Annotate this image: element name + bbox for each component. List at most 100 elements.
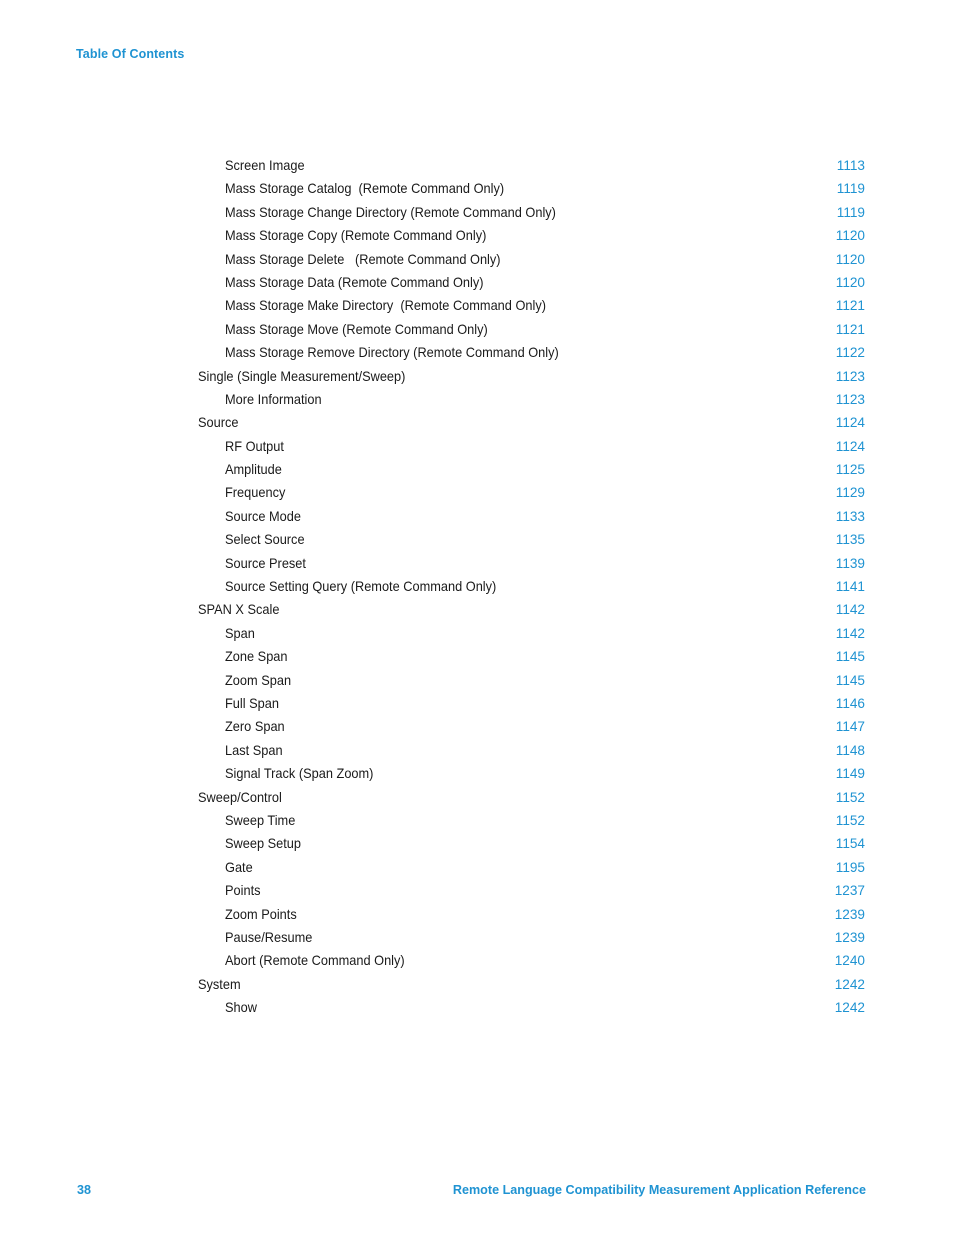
toc-entry-page-number: 1242 xyxy=(834,1000,865,1016)
toc-entry-title: Source xyxy=(198,415,239,431)
toc-entry-page-number: 1122 xyxy=(835,345,865,361)
toc-entry-title: Zero Span xyxy=(225,719,285,735)
toc-entry[interactable]: Sweep Time 1152 xyxy=(0,809,954,832)
toc-entry-page-number: 1121 xyxy=(835,321,865,337)
toc-entry-page-number: 1124 xyxy=(835,438,865,454)
toc-entry-title: Mass Storage Remove Directory (Remote Co… xyxy=(225,345,559,361)
toc-entry-page-number: 1154 xyxy=(835,836,865,852)
toc-entry-title: Gate xyxy=(225,859,253,875)
toc-entry-page-number: 1146 xyxy=(835,695,865,711)
toc-entry-page-number: 1145 xyxy=(835,649,865,665)
toc-entry-title: Full Span xyxy=(225,695,279,711)
toc-entry-page-number: 1240 xyxy=(834,953,865,969)
toc-entry[interactable]: Mass Storage Remove Directory (Remote Co… xyxy=(0,341,954,364)
toc-entry-title: Span xyxy=(225,625,255,641)
toc-entry[interactable]: Show 1242 xyxy=(0,996,954,1019)
toc-entry-title: Source Mode xyxy=(225,508,302,524)
toc-entry-title: System xyxy=(198,976,241,992)
toc-entry-title: Abort (Remote Command Only) xyxy=(225,953,405,969)
toc-entry-title: RF Output xyxy=(225,438,284,454)
toc-entry[interactable]: Mass Storage Make Directory (Remote Comm… xyxy=(0,294,954,317)
toc-entry[interactable]: System 1242 xyxy=(0,973,954,996)
toc-entry-page-number: 1120 xyxy=(835,251,865,267)
toc-entry[interactable]: Gate 1195 xyxy=(0,856,954,879)
toc-entry-title: Select Source xyxy=(225,532,305,548)
toc-entry-page-number: 1133 xyxy=(835,508,865,524)
toc-entry[interactable]: Signal Track (Span Zoom) 1149 xyxy=(0,762,954,785)
toc-entry-title: Show xyxy=(225,1000,257,1016)
toc-entry[interactable]: Screen Image 1113 xyxy=(0,154,954,177)
toc-entry[interactable]: Zero Span 1147 xyxy=(0,715,954,738)
toc-entry[interactable]: Sweep/Control 1152 xyxy=(0,786,954,809)
toc-entry[interactable]: Mass Storage Catalog (Remote Command Onl… xyxy=(0,177,954,200)
toc-entry-page-number: 1125 xyxy=(835,462,865,478)
toc-entry[interactable]: Mass Storage Delete (Remote Command Only… xyxy=(0,248,954,271)
toc-entry-title: Mass Storage Copy (Remote Command Only) xyxy=(225,228,487,244)
toc-entry-page-number: 1142 xyxy=(835,602,865,618)
toc-entry[interactable]: Mass Storage Copy (Remote Command Only) 1… xyxy=(0,224,954,247)
toc-entry-title: Last Span xyxy=(225,742,283,758)
toc-entry-title: Sweep Time xyxy=(225,812,296,828)
toc-entry-title: Mass Storage Make Directory (Remote Comm… xyxy=(225,298,546,314)
toc-entry-title: Mass Storage Change Directory (Remote Co… xyxy=(225,204,556,220)
toc-entry[interactable]: Last Span 1148 xyxy=(0,739,954,762)
toc-entry-page-number: 1149 xyxy=(835,766,865,782)
toc-entry[interactable]: Source Setting Query (Remote Command Onl… xyxy=(0,575,954,598)
toc-entry[interactable]: Amplitude 1125 xyxy=(0,458,954,481)
toc-entry-page-number: 1152 xyxy=(835,812,865,828)
toc-entry[interactable]: Mass Storage Move (Remote Command Only) 1… xyxy=(0,318,954,341)
toc-entry[interactable]: Points 1237 xyxy=(0,879,954,902)
toc-entry[interactable]: Single (Single Measurement/Sweep) 1123 xyxy=(0,365,954,388)
toc-entry[interactable]: Select Source 1135 xyxy=(0,528,954,551)
toc-entry-page-number: 1147 xyxy=(835,719,865,735)
toc-entry-page-number: 1119 xyxy=(836,204,865,220)
toc-entry-page-number: 1145 xyxy=(835,672,865,688)
toc-entry[interactable]: More Information 1123 xyxy=(0,388,954,411)
toc-entry[interactable]: Span 1142 xyxy=(0,622,954,645)
toc-entry-title: Signal Track (Span Zoom) xyxy=(225,766,374,782)
toc-entry-page-number: 1123 xyxy=(835,368,865,384)
toc-entry-title: Single (Single Measurement/Sweep) xyxy=(198,368,406,384)
toc-entry[interactable]: Pause/Resume 1239 xyxy=(0,926,954,949)
toc-entry-title: Source Setting Query (Remote Command Onl… xyxy=(225,579,497,595)
toc-entry-title: Frequency xyxy=(225,485,286,501)
document-page: Table Of Contents Screen Image 1113 Mass S… xyxy=(0,0,954,1235)
toc-entry-page-number: 1237 xyxy=(834,883,865,899)
toc-entry-page-number: 1120 xyxy=(835,228,865,244)
toc-entry-page-number: 1124 xyxy=(835,415,865,431)
toc-entry-page-number: 1120 xyxy=(835,274,865,290)
toc-entry[interactable]: Zone Span 1145 xyxy=(0,645,954,668)
toc-entry[interactable]: Source Preset 1139 xyxy=(0,552,954,575)
toc-entry-title: SPAN X Scale xyxy=(198,602,280,618)
toc-entry[interactable]: Zoom Points 1239 xyxy=(0,903,954,926)
toc-entry[interactable]: Mass Storage Change Directory (Remote Co… xyxy=(0,201,954,224)
toc-entry[interactable]: Sweep Setup 1154 xyxy=(0,832,954,855)
toc-entry[interactable]: Source Mode 1133 xyxy=(0,505,954,528)
toc-entry-title: Mass Storage Catalog (Remote Command Onl… xyxy=(225,181,505,197)
toc-entry-title: Mass Storage Move (Remote Command Only) xyxy=(225,321,488,337)
toc-entry-page-number: 1113 xyxy=(836,158,865,173)
toc-entry[interactable]: Full Span 1146 xyxy=(0,692,954,715)
toc-entry-title: Amplitude xyxy=(225,462,282,478)
toc-entry[interactable]: RF Output 1124 xyxy=(0,435,954,458)
toc-entry-page-number: 1123 xyxy=(835,391,865,407)
toc-entry-title: Pause/Resume xyxy=(225,929,313,945)
toc-entry-page-number: 1142 xyxy=(835,625,865,641)
toc-entry-page-number: 1242 xyxy=(834,976,865,992)
toc-entry[interactable]: SPAN X Scale 1142 xyxy=(0,598,954,621)
toc-entry[interactable]: Zoom Span 1145 xyxy=(0,669,954,692)
toc-entry[interactable]: Mass Storage Data (Remote Command Only) 1… xyxy=(0,271,954,294)
table-of-contents-list: Screen Image 1113 Mass Storage Catalog (Re… xyxy=(0,154,954,1019)
toc-entry[interactable]: Source 1124 xyxy=(0,411,954,434)
toc-entry-page-number: 1119 xyxy=(836,181,865,197)
toc-entry[interactable]: Frequency 1129 xyxy=(0,481,954,504)
toc-entry-title: Points xyxy=(225,883,261,899)
toc-entry-title: Zone Span xyxy=(225,649,288,665)
footer-document-title: Remote Language Compatibility Measuremen… xyxy=(452,1183,866,1197)
toc-entry[interactable]: Abort (Remote Command Only) 1240 xyxy=(0,949,954,972)
toc-entry-title: Screen Image xyxy=(225,158,305,173)
toc-entry-page-number: 1121 xyxy=(835,298,865,314)
toc-entry-page-number: 1239 xyxy=(834,929,865,945)
page-header-label: Table Of Contents xyxy=(76,47,185,61)
toc-entry-title: More Information xyxy=(225,391,322,407)
